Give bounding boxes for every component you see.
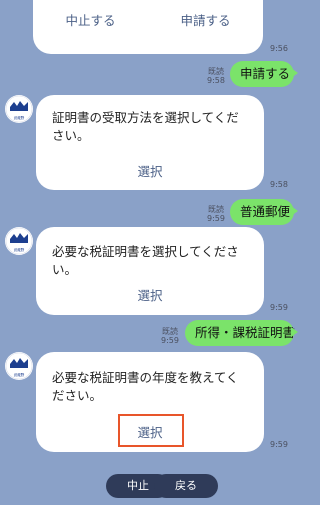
message-time: 9:58	[207, 76, 225, 85]
previous-bot-card: 中止する 申請する	[33, 0, 263, 54]
bot-avatar: 武蔵野	[5, 227, 33, 255]
user-message-bubble: 普通郵便	[230, 199, 298, 225]
select-button[interactable]: 選択	[36, 285, 264, 304]
message-time: 9:58	[270, 180, 288, 189]
select-button[interactable]: 選択	[36, 161, 264, 180]
bot-message-card: 必要な税証明書の年度を教えてください。 選択	[36, 352, 264, 452]
bot-avatar: 武蔵野	[5, 352, 33, 380]
quick-reply-back-button[interactable]: 戻る	[154, 474, 218, 498]
bot-message-card: 証明書の受取方法を選択してください。 選択	[36, 95, 264, 190]
message-time: 9:59	[207, 214, 225, 223]
message-time: 9:59	[161, 336, 179, 345]
message-time: 9:56	[270, 44, 288, 53]
bot-message-text: 証明書の受取方法を選択してください。	[52, 110, 239, 143]
bot-avatar: 武蔵野	[5, 95, 33, 123]
select-button[interactable]: 選択	[36, 422, 264, 441]
avatar-caption: 武蔵野	[13, 373, 25, 377]
user-message-bubble: 申請する	[230, 61, 298, 87]
avatar-caption: 武蔵野	[13, 248, 25, 252]
bot-message-text: 必要な税証明書を選択してください。	[52, 244, 239, 277]
message-time: 9:59	[270, 303, 288, 312]
bot-message-card: 必要な税証明書を選択してください。 選択	[36, 227, 264, 315]
avatar-caption: 武蔵野	[13, 116, 25, 120]
cancel-apply-button[interactable]: 中止する	[33, 10, 148, 29]
message-time: 9:59	[270, 440, 288, 449]
bot-message-text: 必要な税証明書の年度を教えてください。	[52, 370, 239, 403]
apply-button[interactable]: 申請する	[148, 10, 263, 29]
user-message-bubble: 所得・課税証明書	[185, 320, 298, 346]
